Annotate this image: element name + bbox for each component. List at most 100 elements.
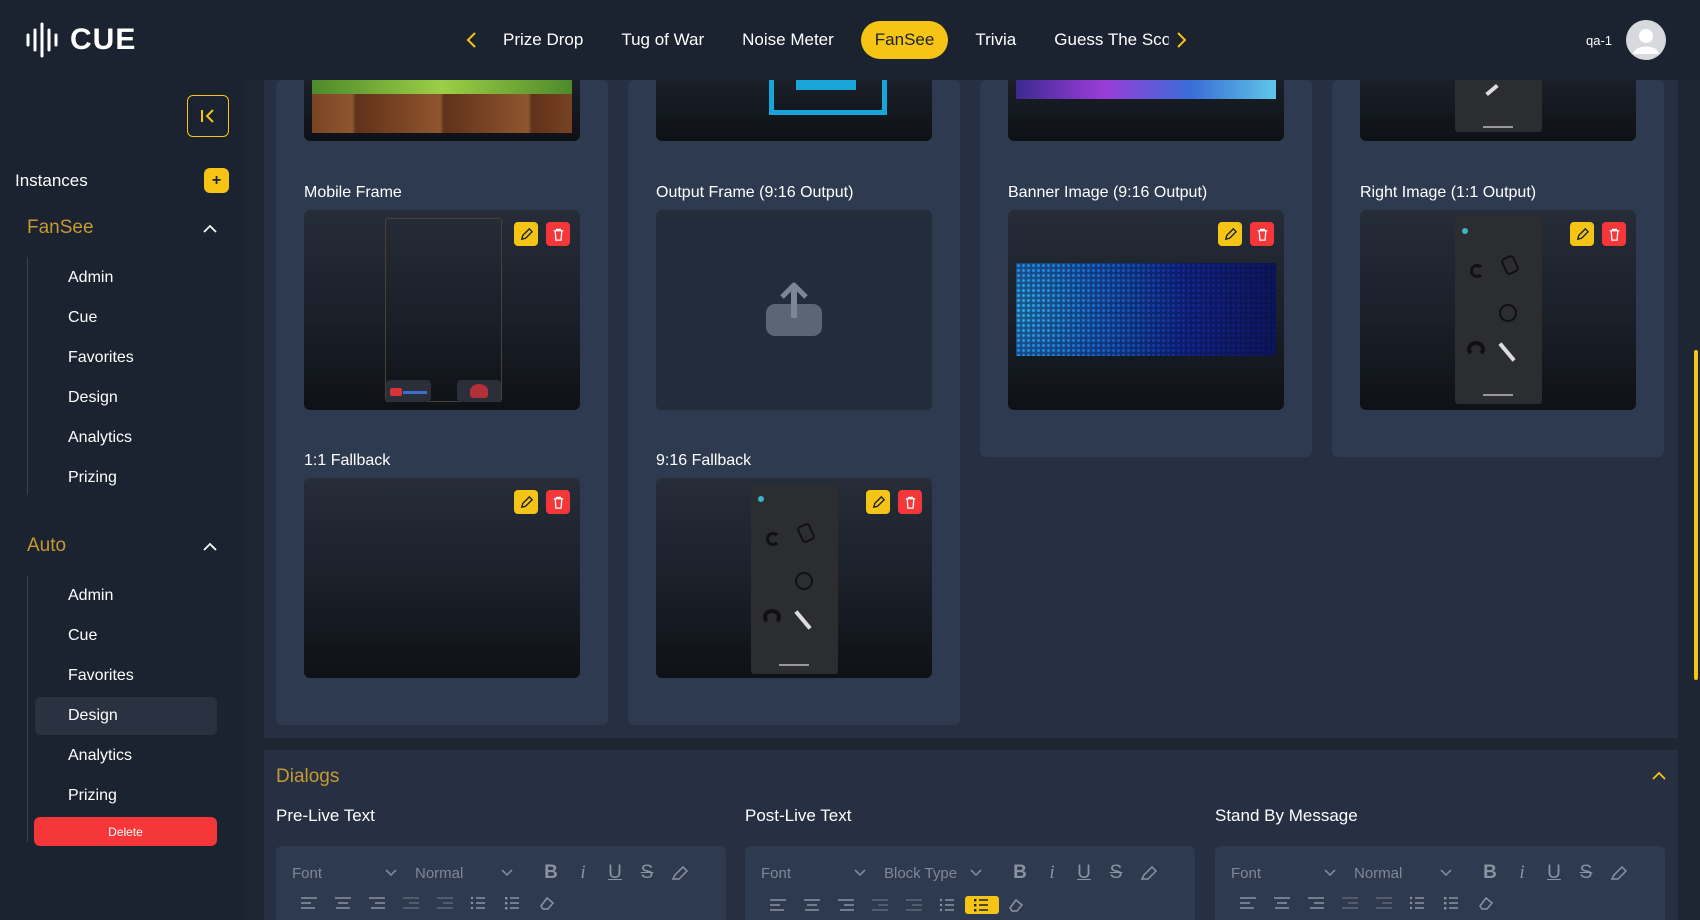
font-select[interactable]: Font: [761, 865, 866, 882]
font-select[interactable]: Font: [292, 865, 397, 882]
sidebar-item-prizing[interactable]: Prizing: [35, 459, 217, 497]
align-left-icon[interactable]: [292, 896, 326, 910]
asset-preview-right-image[interactable]: [1360, 210, 1636, 410]
highlight-icon[interactable]: [1602, 866, 1636, 880]
tab-prize-drop[interactable]: Prize Drop: [484, 21, 602, 59]
post-live-text-editor[interactable]: Font Block Type B i U S: [745, 846, 1195, 920]
sidebar-item-cue[interactable]: Cue: [35, 617, 217, 655]
align-center-icon[interactable]: [795, 898, 829, 912]
cue-logo[interactable]: CUE: [24, 18, 136, 62]
pre-live-text-editor[interactable]: Font Normal B i U S: [276, 846, 726, 920]
chevron-up-icon[interactable]: [202, 224, 218, 234]
underline-icon[interactable]: U: [599, 862, 631, 884]
sidebar-item-analytics[interactable]: Analytics: [35, 419, 217, 457]
sidebar-item-design[interactable]: Design: [35, 379, 217, 417]
highlight-icon[interactable]: [663, 866, 697, 880]
delete-button[interactable]: [546, 222, 570, 246]
align-left-icon[interactable]: [1231, 896, 1265, 910]
add-instance-button[interactable]: +: [204, 168, 229, 193]
group-title-auto[interactable]: Auto: [27, 535, 66, 557]
unordered-list-icon[interactable]: [1435, 896, 1469, 910]
sidebar-item-cue[interactable]: Cue: [35, 299, 217, 337]
unordered-list-icon[interactable]: [496, 896, 530, 910]
ordered-list-icon[interactable]: [462, 896, 496, 910]
edit-button[interactable]: [1218, 222, 1242, 246]
align-right-icon[interactable]: [829, 898, 863, 912]
bold-icon[interactable]: B: [535, 862, 567, 884]
strikethrough-icon[interactable]: S: [631, 862, 663, 884]
underline-icon[interactable]: U: [1068, 862, 1100, 884]
group-title-fansee[interactable]: FanSee: [27, 217, 94, 239]
page-scrollbar[interactable]: [1694, 350, 1698, 680]
clear-format-icon[interactable]: [999, 898, 1033, 912]
delete-button[interactable]: [898, 490, 922, 514]
highlight-icon[interactable]: [1132, 866, 1166, 880]
ordered-list-icon[interactable]: [1401, 896, 1435, 910]
dialogs-title[interactable]: Dialogs: [276, 766, 339, 788]
align-right-icon[interactable]: [1299, 896, 1333, 910]
sidebar-item-favorites[interactable]: Favorites: [35, 339, 217, 377]
tab-noise-meter[interactable]: Noise Meter: [723, 21, 853, 59]
asset-preview[interactable]: [304, 80, 580, 141]
edit-button[interactable]: [514, 490, 538, 514]
underline-icon[interactable]: U: [1538, 862, 1570, 884]
tab-tug-of-war[interactable]: Tug of War: [602, 21, 723, 59]
italic-icon[interactable]: i: [1506, 862, 1538, 884]
asset-preview-fallback-9-16[interactable]: [656, 478, 932, 678]
strikethrough-icon[interactable]: S: [1100, 862, 1132, 884]
sidebar-item-favorites[interactable]: Favorites: [35, 657, 217, 695]
outdent-icon[interactable]: [1333, 896, 1367, 910]
delete-instance-button[interactable]: Delete: [34, 817, 217, 846]
align-right-icon[interactable]: [360, 896, 394, 910]
avatar[interactable]: [1626, 20, 1667, 60]
asset-preview-fallback-1-1[interactable]: [304, 478, 580, 678]
chevron-up-icon[interactable]: [202, 542, 218, 552]
sidebar-item-admin[interactable]: Admin: [35, 259, 217, 297]
outdent-icon[interactable]: [394, 896, 428, 910]
edit-button[interactable]: [514, 222, 538, 246]
tab-fansee[interactable]: FanSee: [860, 21, 949, 59]
italic-icon[interactable]: i: [1036, 862, 1068, 884]
indent-icon[interactable]: [1367, 896, 1401, 910]
sidebar-item-design[interactable]: Design: [35, 697, 217, 735]
tab-trivia[interactable]: Trivia: [956, 21, 1035, 59]
asset-preview[interactable]: [656, 80, 932, 141]
asset-preview-mobile-frame[interactable]: [304, 210, 580, 410]
font-select[interactable]: Font: [1231, 865, 1336, 882]
ordered-list-icon[interactable]: [931, 898, 965, 912]
unordered-list-icon[interactable]: [965, 896, 999, 914]
delete-button[interactable]: [1250, 222, 1274, 246]
align-center-icon[interactable]: [326, 896, 360, 910]
sidebar-item-prizing[interactable]: Prizing: [35, 777, 217, 815]
chevron-left-icon[interactable]: [460, 20, 484, 60]
strikethrough-icon[interactable]: S: [1570, 862, 1602, 884]
upload-dropzone[interactable]: [656, 210, 932, 410]
asset-preview[interactable]: [1360, 80, 1636, 141]
delete-button[interactable]: [1602, 222, 1626, 246]
clear-format-icon[interactable]: [1469, 896, 1503, 910]
chevron-up-icon[interactable]: [1651, 771, 1667, 781]
format-select[interactable]: Normal: [415, 865, 513, 882]
italic-icon[interactable]: i: [567, 862, 599, 884]
stand-by-message-editor[interactable]: Font Normal B i U S: [1215, 846, 1665, 920]
block-type-select[interactable]: Block Type: [884, 865, 982, 882]
format-select[interactable]: Normal: [1354, 865, 1452, 882]
asset-preview[interactable]: [1008, 80, 1284, 141]
tab-guess-the-score[interactable]: Guess The Sco: [1035, 21, 1169, 59]
edit-button[interactable]: [1570, 222, 1594, 246]
chevron-right-icon[interactable]: [1169, 20, 1193, 60]
asset-preview-banner-image[interactable]: [1008, 210, 1284, 410]
user-menu[interactable]: qa-1: [1586, 20, 1667, 60]
sidebar-item-admin[interactable]: Admin: [35, 577, 217, 615]
indent-icon[interactable]: [428, 896, 462, 910]
clear-format-icon[interactable]: [530, 896, 564, 910]
bold-icon[interactable]: B: [1004, 862, 1036, 884]
outdent-icon[interactable]: [863, 898, 897, 912]
sidebar-item-analytics[interactable]: Analytics: [35, 737, 217, 775]
collapse-sidebar-button[interactable]: [187, 95, 229, 137]
edit-button[interactable]: [866, 490, 890, 514]
delete-button[interactable]: [546, 490, 570, 514]
align-center-icon[interactable]: [1265, 896, 1299, 910]
indent-icon[interactable]: [897, 898, 931, 912]
bold-icon[interactable]: B: [1474, 862, 1506, 884]
